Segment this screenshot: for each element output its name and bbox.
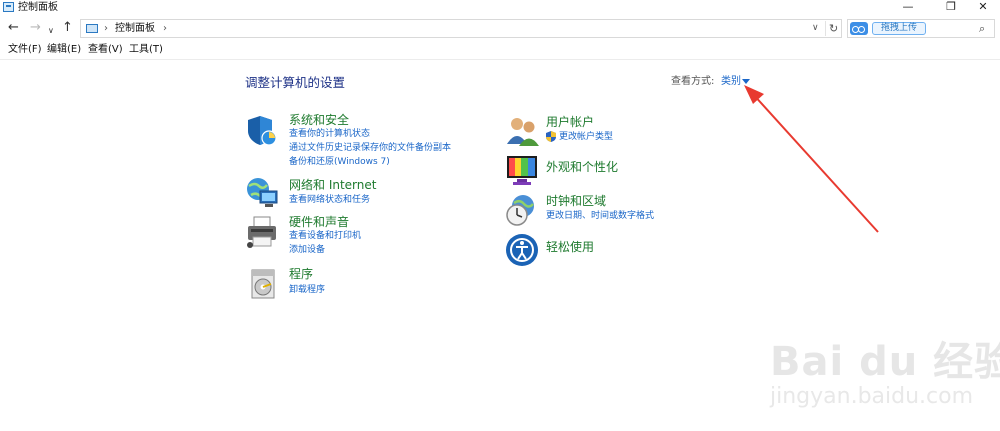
ease-of-access-icon[interactable]	[505, 233, 539, 267]
control-panel-window: 控制面板 — ❐ ✕ ← → ∨ ↑ › 控制面板 › ∨ ↻ 拖拽上传 ⌕ 文…	[0, 0, 1000, 431]
category-system-security[interactable]: 系统和安全	[289, 112, 349, 128]
address-bar[interactable]: › 控制面板 › ∨ ↻	[80, 19, 842, 38]
category-appearance-personalization[interactable]: 外观和个性化	[546, 159, 618, 175]
control-panel-icon	[86, 24, 98, 33]
menu-divider	[0, 59, 1000, 60]
minimize-button[interactable]: —	[891, 0, 925, 16]
category-hardware-sound[interactable]: 硬件和声音	[289, 214, 349, 230]
chevron-down-icon[interactable]	[742, 79, 750, 84]
link-backup-restore[interactable]: 备份和还原(Windows 7)	[289, 156, 390, 168]
programs-icon[interactable]	[247, 266, 281, 300]
category-network-internet[interactable]: 网络和 Internet	[289, 177, 376, 193]
hardware-sound-icon[interactable]	[245, 215, 279, 249]
breadcrumb-separator[interactable]: ›	[163, 21, 167, 36]
drag-upload-button[interactable]: 拖拽上传	[872, 22, 926, 35]
forward-button[interactable]: →	[30, 21, 41, 35]
window-title: 控制面板	[18, 2, 58, 13]
address-divider	[825, 21, 826, 36]
shield-icon	[546, 131, 556, 142]
menu-edit[interactable]: 编辑(E)	[47, 43, 81, 57]
menu-file[interactable]: 文件(F)	[8, 43, 42, 57]
recent-locations-button[interactable]: ∨	[48, 24, 54, 38]
link-add-device[interactable]: 添加设备	[289, 244, 325, 256]
system-security-icon[interactable]	[245, 113, 279, 147]
baidu-cloud-icon[interactable]	[850, 22, 868, 35]
baidu-watermark: Bai du 经验	[770, 339, 1000, 385]
back-button[interactable]: ←	[8, 21, 19, 35]
link-devices-printers[interactable]: 查看设备和打印机	[289, 230, 361, 242]
menu-view[interactable]: 查看(V)	[88, 43, 123, 57]
category-ease-of-access[interactable]: 轻松使用	[546, 239, 594, 255]
breadcrumb-separator[interactable]: ›	[104, 21, 108, 36]
link-view-computer-status[interactable]: 查看你的计算机状态	[289, 128, 370, 140]
view-by-dropdown[interactable]: 类别	[721, 75, 741, 89]
close-button[interactable]: ✕	[966, 0, 1000, 16]
view-by-label: 查看方式:	[671, 76, 715, 87]
link-change-date-time-format[interactable]: 更改日期、时间或数字格式	[546, 210, 654, 222]
link-change-account-type[interactable]: 更改帐户类型	[559, 131, 613, 143]
link-uninstall-program[interactable]: 卸载程序	[289, 284, 325, 296]
breadcrumb-control-panel[interactable]: 控制面板	[115, 22, 155, 36]
search-box[interactable]: 拖拽上传 ⌕	[847, 19, 995, 38]
appearance-personalization-icon[interactable]	[505, 153, 539, 187]
address-row: ← → ∨ ↑ › 控制面板 › ∨ ↻ 拖拽上传 ⌕	[0, 16, 1000, 41]
restore-button[interactable]: ❐	[934, 0, 968, 16]
menu-tools[interactable]: 工具(T)	[129, 43, 163, 57]
category-user-accounts[interactable]: 用户帐户	[546, 114, 594, 130]
link-file-history-backup[interactable]: 通过文件历史记录保存你的文件备份副本	[289, 142, 451, 154]
control-panel-icon	[3, 2, 14, 12]
link-network-status[interactable]: 查看网络状态和任务	[289, 194, 370, 206]
address-dropdown-button[interactable]: ∨	[812, 21, 819, 36]
refresh-button[interactable]: ↻	[829, 21, 838, 36]
network-internet-icon[interactable]	[245, 176, 279, 210]
clock-region-icon[interactable]	[505, 193, 539, 227]
title-bar: 控制面板 — ❐ ✕	[0, 0, 1000, 16]
up-button[interactable]: ↑	[62, 21, 73, 35]
baidu-watermark-url: jingyan.baidu.com	[770, 384, 974, 409]
category-programs[interactable]: 程序	[289, 266, 313, 282]
page-title: 调整计算机的设置	[245, 75, 346, 90]
search-icon[interactable]: ⌕	[979, 21, 985, 36]
user-accounts-icon[interactable]	[505, 114, 539, 148]
category-clock-region[interactable]: 时钟和区域	[546, 193, 606, 209]
